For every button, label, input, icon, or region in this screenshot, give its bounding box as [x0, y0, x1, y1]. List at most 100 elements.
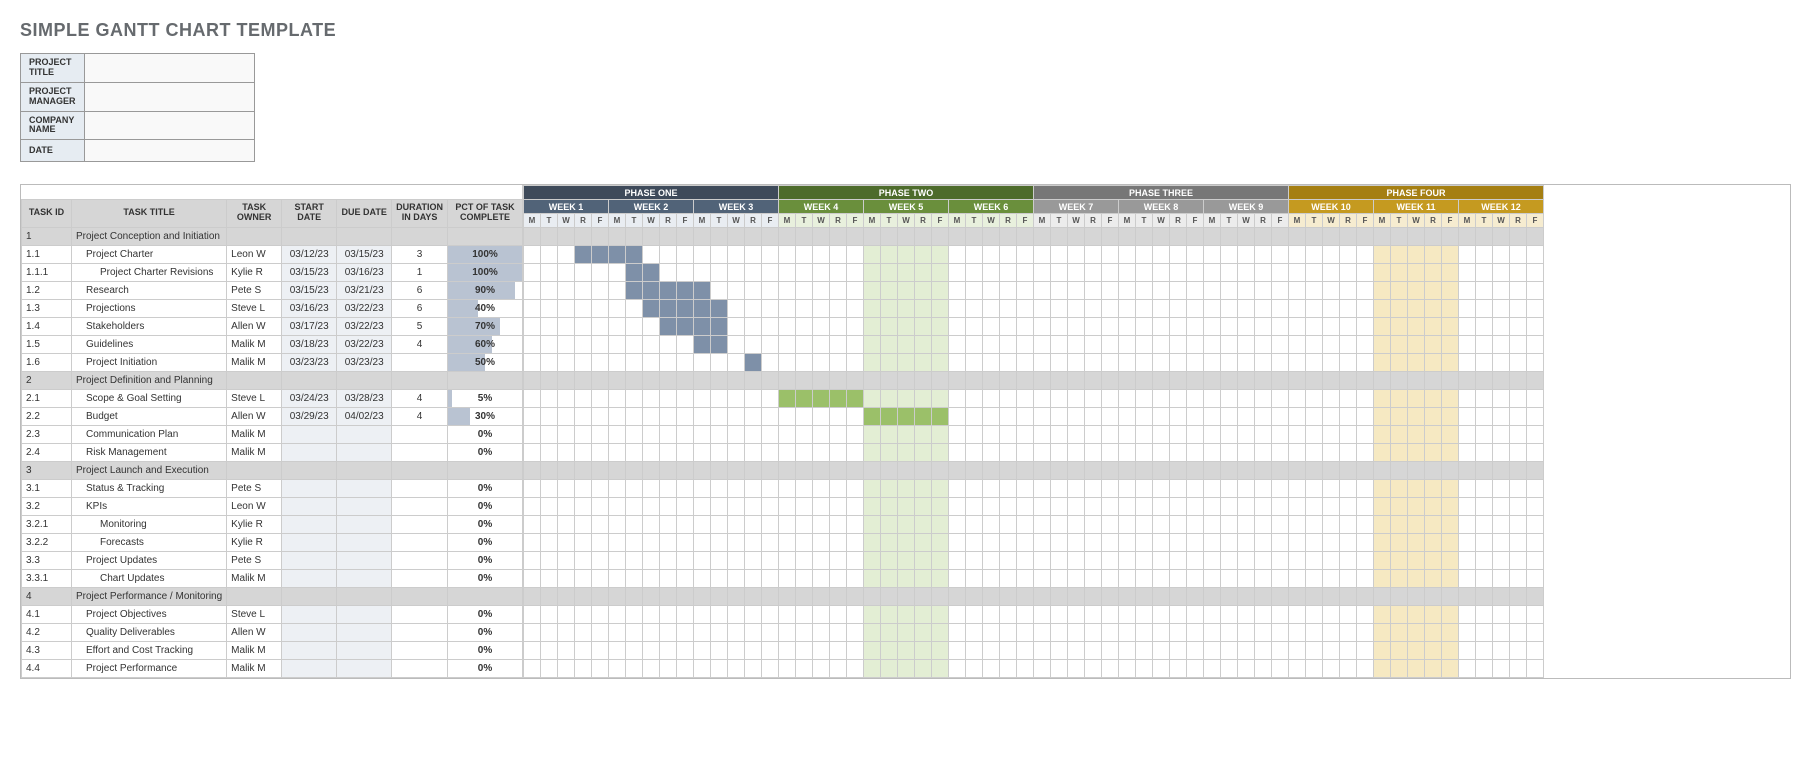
- timeline-cell: [1425, 480, 1442, 498]
- task-row[interactable]: 3.3.1Chart UpdatesMalik M0%: [22, 569, 523, 587]
- timeline-cell: [1170, 552, 1187, 570]
- task-row[interactable]: 3.1Status & TrackingPete S0%: [22, 479, 523, 497]
- timeline-cell: [1459, 390, 1476, 408]
- day-header: R: [575, 214, 592, 228]
- timeline-cell: [1119, 534, 1136, 552]
- timeline-cell: [1187, 444, 1204, 462]
- timeline-cell: [1493, 444, 1510, 462]
- timeline-cell: [1289, 300, 1306, 318]
- header-due-date: DUE DATE: [337, 199, 392, 227]
- timeline-cell: [1306, 552, 1323, 570]
- week-header: WEEK 8: [1119, 200, 1204, 214]
- timeline-cell: [1102, 264, 1119, 282]
- task-row[interactable]: 1.4StakeholdersAllen W03/17/2303/22/2357…: [22, 317, 523, 335]
- timeline-cell: [1306, 570, 1323, 588]
- timeline-cell: [1510, 516, 1527, 534]
- task-row[interactable]: 3.3Project UpdatesPete S0%: [22, 551, 523, 569]
- task-title: Communication Plan: [72, 425, 227, 443]
- timeline-cell: [1136, 426, 1153, 444]
- timeline-cell: [1476, 390, 1493, 408]
- day-header: W: [898, 214, 915, 228]
- timeline-cell: [694, 516, 711, 534]
- timeline-cell: [1170, 246, 1187, 264]
- meta-date-value[interactable]: [84, 140, 254, 162]
- timeline-cell: [1476, 282, 1493, 300]
- timeline-cell: [1357, 534, 1374, 552]
- task-row[interactable]: 3.2.2ForecastsKylie R0%: [22, 533, 523, 551]
- timeline-cell: [932, 498, 949, 516]
- task-row[interactable]: 2.1Scope & Goal SettingSteve L03/24/2303…: [22, 389, 523, 407]
- timeline-cell: [609, 462, 626, 480]
- timeline-cell: [1204, 642, 1221, 660]
- task-row[interactable]: 3.2.1MonitoringKylie R0%: [22, 515, 523, 533]
- timeline-cell: [1493, 282, 1510, 300]
- timeline-cell: [1323, 642, 1340, 660]
- timeline-cell: [1255, 282, 1272, 300]
- timeline-cell: [1102, 588, 1119, 606]
- timeline-cell: [1170, 462, 1187, 480]
- task-due-date: [337, 605, 392, 623]
- timeline-cell: [711, 534, 728, 552]
- timeline-cell: [745, 282, 762, 300]
- meta-project-title-value[interactable]: [84, 54, 254, 83]
- task-row[interactable]: 2.2BudgetAllen W03/29/2304/02/23430%: [22, 407, 523, 425]
- timeline-cell: [1034, 228, 1051, 246]
- timeline-cell: [711, 354, 728, 372]
- timeline-cell: [864, 336, 881, 354]
- timeline-cell: [541, 606, 558, 624]
- task-row[interactable]: 1.5GuidelinesMalik M03/18/2303/22/23460%: [22, 335, 523, 353]
- task-row[interactable]: 4.2Quality DeliverablesAllen W0%: [22, 623, 523, 641]
- timeline-cell: [558, 282, 575, 300]
- timeline-cell: [711, 660, 728, 678]
- task-row[interactable]: 2.4Risk ManagementMalik M0%: [22, 443, 523, 461]
- task-row[interactable]: 3Project Launch and Execution: [22, 461, 523, 479]
- timeline-cell: [1357, 480, 1374, 498]
- task-row[interactable]: 1.1.1Project Charter RevisionsKylie R03/…: [22, 263, 523, 281]
- timeline-cell: [1255, 588, 1272, 606]
- task-row[interactable]: 2.3Communication PlanMalik M0%: [22, 425, 523, 443]
- task-row[interactable]: 4.4Project PerformanceMalik M0%: [22, 659, 523, 677]
- meta-company-name-value[interactable]: [84, 111, 254, 140]
- timeline-cell: [847, 408, 864, 426]
- timeline-cell: [830, 570, 847, 588]
- timeline-cell: [1085, 534, 1102, 552]
- timeline-cell: [575, 588, 592, 606]
- timeline-cell: [524, 588, 541, 606]
- timeline-cell: [1119, 300, 1136, 318]
- task-row[interactable]: 4.3Effort and Cost TrackingMalik M0%: [22, 641, 523, 659]
- timeline-cell: [847, 264, 864, 282]
- timeline-cell: [1272, 498, 1289, 516]
- timeline-cell: [677, 660, 694, 678]
- timeline-cell: [1034, 606, 1051, 624]
- task-row[interactable]: 1.3ProjectionsSteve L03/16/2303/22/23640…: [22, 299, 523, 317]
- task-row[interactable]: 1.6Project InitiationMalik M03/23/2303/2…: [22, 353, 523, 371]
- timeline-cell: [1493, 390, 1510, 408]
- task-row[interactable]: 3.2KPIsLeon W0%: [22, 497, 523, 515]
- timeline-cell: [728, 498, 745, 516]
- timeline-cell: [524, 318, 541, 336]
- timeline-cell: [864, 660, 881, 678]
- timeline-cell: [1238, 318, 1255, 336]
- task-row[interactable]: 4Project Performance / Monitoring: [22, 587, 523, 605]
- meta-project-manager-value[interactable]: [84, 82, 254, 111]
- timeline-cell: [745, 264, 762, 282]
- timeline-cell: [643, 372, 660, 390]
- task-row[interactable]: 1.1Project CharterLeon W03/12/2303/15/23…: [22, 245, 523, 263]
- task-row[interactable]: 1.2ResearchPete S03/15/2303/21/23690%: [22, 281, 523, 299]
- day-header: R: [660, 214, 677, 228]
- timeline-cell: [762, 552, 779, 570]
- timeline-cell: [881, 444, 898, 462]
- timeline-cell: [983, 282, 1000, 300]
- timeline-cell: [983, 426, 1000, 444]
- timeline-cell: [1153, 624, 1170, 642]
- task-row[interactable]: 4.1Project ObjectivesSteve L0%: [22, 605, 523, 623]
- timeline-cell: [745, 426, 762, 444]
- timeline-cell: [1425, 444, 1442, 462]
- task-row[interactable]: 2Project Definition and Planning: [22, 371, 523, 389]
- timeline-cell: [898, 264, 915, 282]
- timeline-cell: [1017, 624, 1034, 642]
- task-row[interactable]: 1Project Conception and Initiation: [22, 227, 523, 245]
- timeline-cell: [1323, 282, 1340, 300]
- timeline-cell: [711, 336, 728, 354]
- timeline-cell: [1289, 318, 1306, 336]
